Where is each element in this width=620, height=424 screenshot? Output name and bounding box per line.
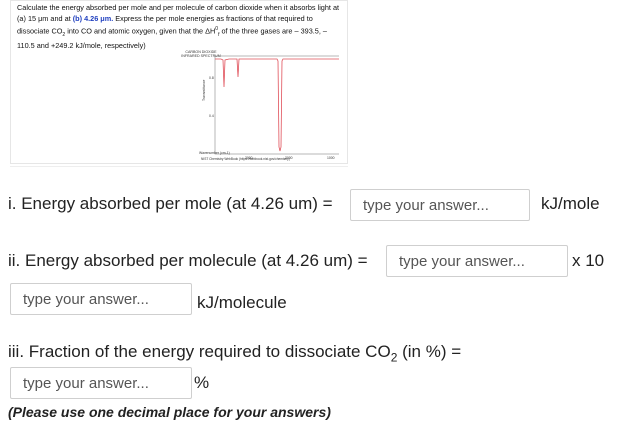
instruction-note: (Please use one decimal place for your a… xyxy=(8,404,331,420)
q1-label: i. Energy absorbed per mole (at 4.26 um)… xyxy=(8,194,333,213)
plot-frame xyxy=(214,55,339,155)
ir-spectrum-figure: CARBON DIOXIDE INFRARED SPECTRUM Transmi… xyxy=(63,47,339,163)
q1-unit: kJ/mole xyxy=(541,194,600,213)
q3-unit: % xyxy=(194,373,210,392)
q3-label: iii. Fraction of the energy required to … xyxy=(8,342,462,365)
y-tick-08: 0.8 xyxy=(209,76,214,80)
x-tick-1000: 1000 xyxy=(327,156,335,160)
q1-answer-input[interactable] xyxy=(350,189,530,221)
x-axis-label: Wavenumber (cm-1) xyxy=(199,151,230,155)
spectrum-credit: NIST Chemistry WebBook (https://webbook.… xyxy=(201,157,290,161)
highlighted-part-b: (b) 4.26 μm. xyxy=(72,13,114,23)
q2-label: ii. Energy absorbed per molecule (at 4.2… xyxy=(8,251,368,270)
spectrum-line xyxy=(215,58,339,152)
q2-times-ten: x 10 xyxy=(572,251,605,270)
q2-exponent-input[interactable] xyxy=(10,283,192,315)
y-axis-label: Transmittance xyxy=(202,80,206,101)
divider xyxy=(10,166,348,167)
spectrum-plot: Transmittance 0.8 0.4 3000 2000 1000 xyxy=(202,55,339,160)
question-card: Calculate the energy absorbed per mole a… xyxy=(10,0,348,164)
q2-unit: kJ/molecule xyxy=(197,293,287,312)
q2-answer-input[interactable] xyxy=(386,245,568,277)
y-tick-04: 0.4 xyxy=(209,114,214,118)
q3-answer-input[interactable] xyxy=(10,367,192,399)
question-text: Calculate the energy absorbed per mole a… xyxy=(17,3,340,50)
